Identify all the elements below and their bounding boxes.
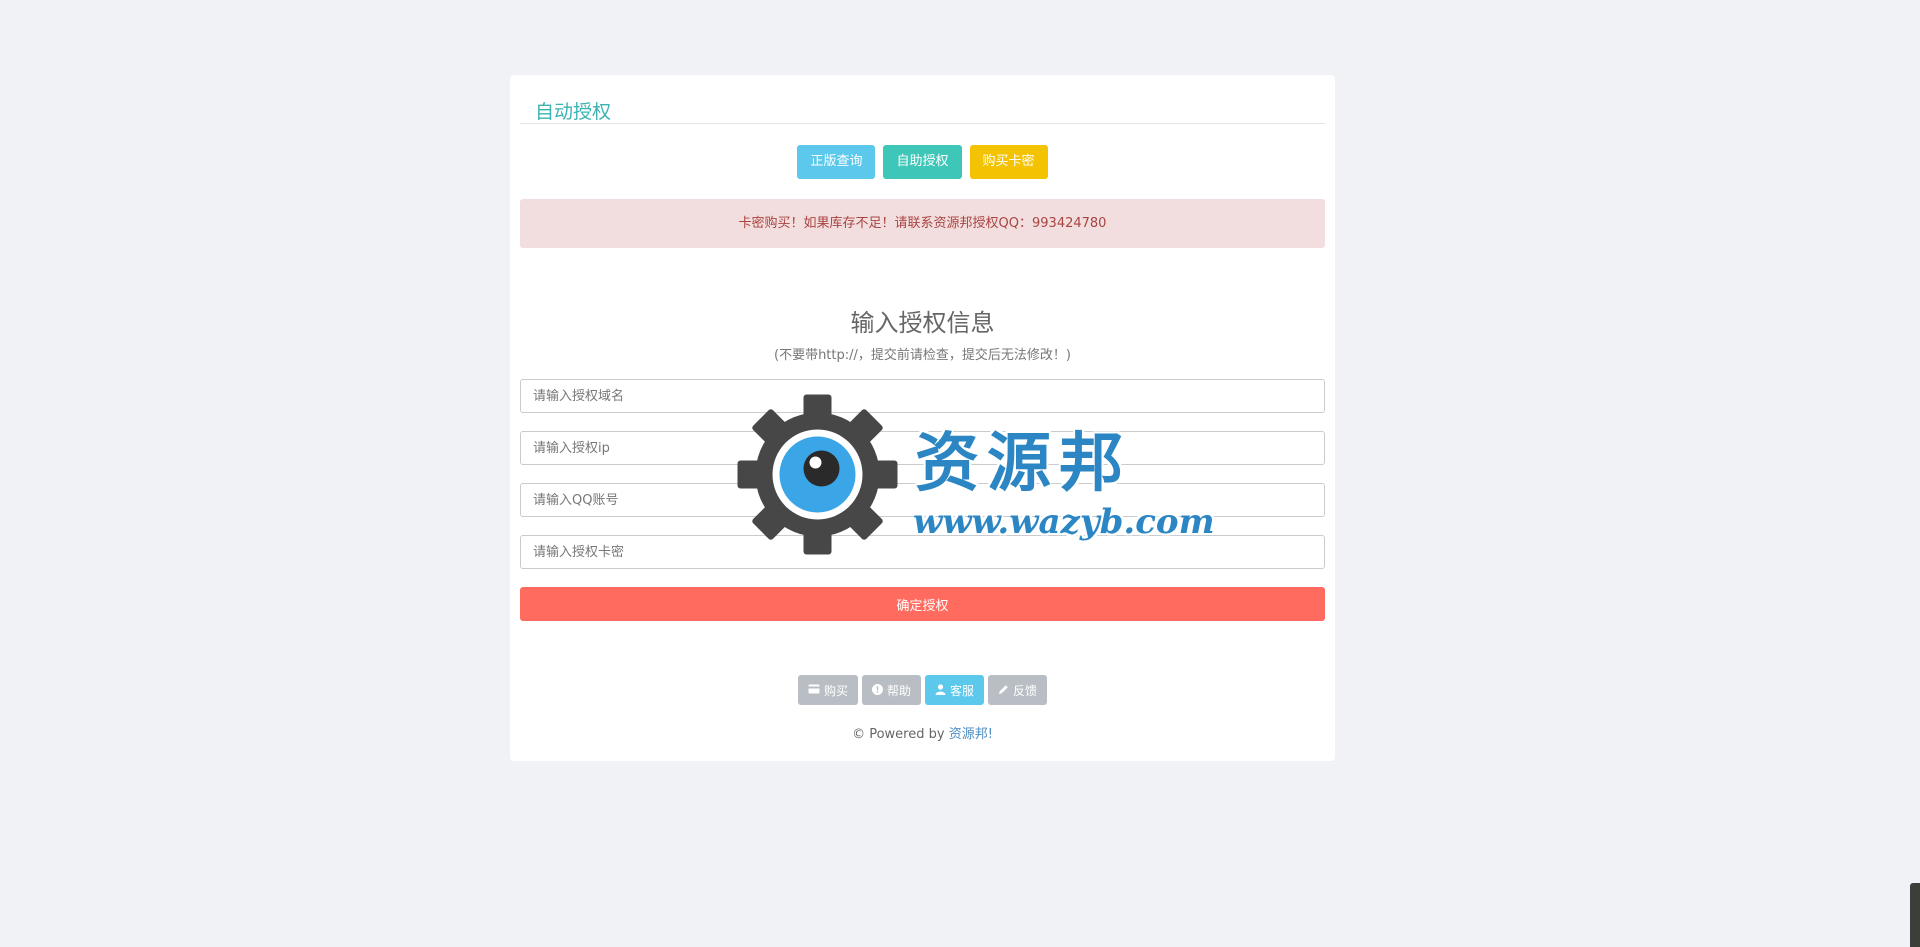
card-key-input[interactable] [520,535,1325,569]
help-button[interactable]: 帮助 [861,675,921,705]
feedback-button[interactable]: 反馈 [988,675,1048,705]
confirm-auth-button[interactable]: 确定授权 [520,587,1325,621]
help-button-label: 帮助 [886,683,911,698]
credit-card-icon [808,684,820,696]
side-widget-handle[interactable] [1910,883,1920,947]
domain-input[interactable] [520,379,1325,413]
footer-prefix: © Powered by [852,727,949,742]
exclamation-circle-icon [871,683,883,697]
customer-service-button[interactable]: 客服 [925,675,985,705]
genuine-query-button[interactable]: 正版查询 [797,145,876,179]
buy-card-button[interactable]: 购买卡密 [969,145,1048,179]
notice-alert: 卡密购买！如果库存不足！请联系资源邦授权QQ：993424780 [520,199,1325,248]
title-divider [520,123,1325,124]
bottom-button-group: 购买 帮助 客服 反馈 [510,675,1335,705]
ip-input[interactable] [520,431,1325,465]
buy-button[interactable]: 购买 [797,675,858,705]
user-icon [935,683,946,697]
buy-button-label: 购买 [823,683,848,698]
form-heading: 输入授权信息 [850,309,995,337]
footer: © Powered by 资源邦! [510,723,1335,742]
self-auth-button[interactable]: 自助授权 [883,145,962,179]
top-button-group: 正版查询 自助授权 购买卡密 [510,145,1335,179]
customer-service-label: 客服 [950,683,975,698]
qq-input[interactable] [520,483,1325,517]
form-subheading: (不要带http://，提交前请检查，提交后无法修改！) [774,348,1071,363]
auth-card: 自动授权 正版查询 自助授权 购买卡密 卡密购买！如果库存不足！请联系资源邦授权… [510,75,1335,761]
pencil-icon [998,684,1009,697]
footer-link[interactable]: 资源邦! [949,727,993,742]
card-title: 自动授权 [535,101,612,123]
feedback-button-label: 反馈 [1013,683,1038,698]
